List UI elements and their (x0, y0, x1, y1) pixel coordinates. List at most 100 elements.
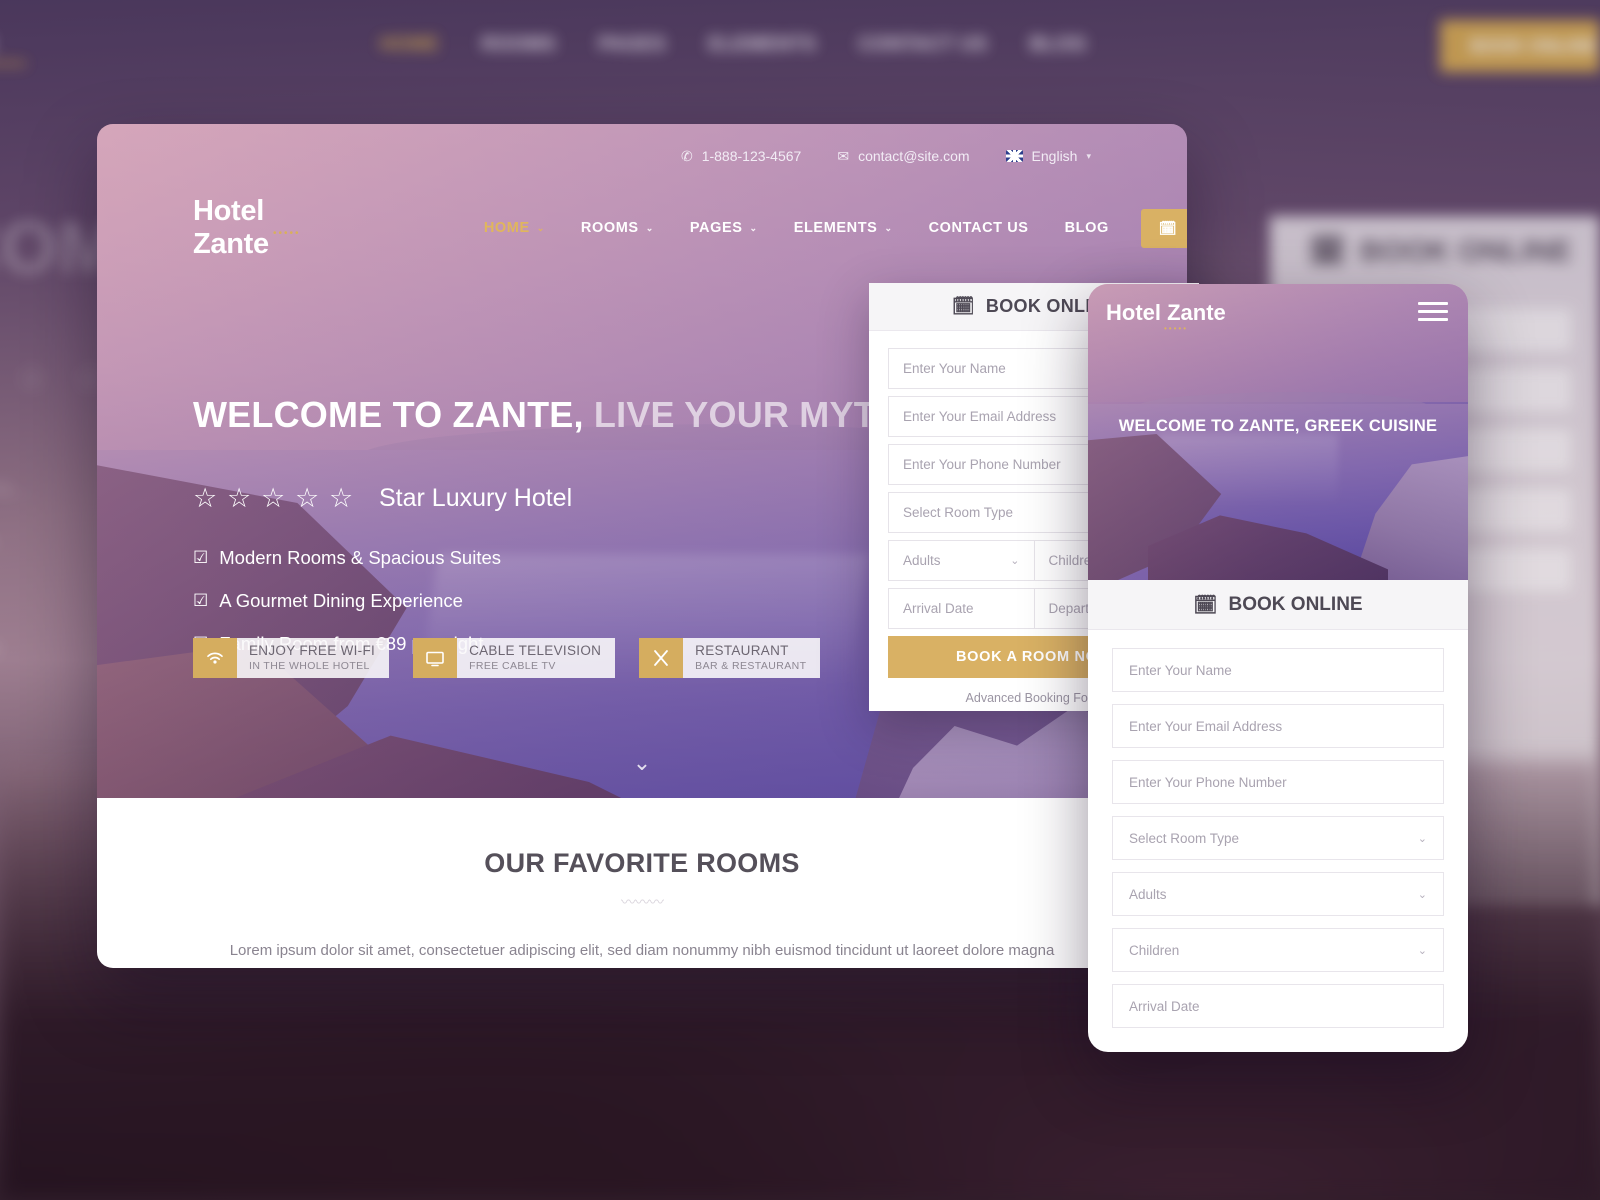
star-icon: ☆ (261, 483, 286, 513)
amenity-title: CABLE TELEVISION (469, 642, 602, 658)
amenity-wifi[interactable]: ENJOY FREE WI-FI IN THE WHOLE HOTEL (193, 638, 390, 678)
background-logo-underline (0, 62, 26, 65)
background-booking-panel-title: 🗓 BOOK ONLINE (1308, 234, 1572, 269)
section-subtitle: Lorem ipsum dolor sit amet, consectetuer… (229, 942, 1055, 959)
hero-title: WELCOME TO ZANTE, LIVE YOUR MYTH (193, 394, 902, 436)
favorite-rooms-section: OUR FAVORITE ROOMS 〰〰〰 Lorem ipsum dolor… (97, 798, 1187, 968)
hero-title-light: LIVE YOUR MYTH (583, 394, 903, 435)
book-online-label: BOOK ONLINE (1186, 220, 1187, 236)
mobile-children-select[interactable]: Children ⌄ (1112, 928, 1444, 972)
star-icon: ☆ (193, 483, 218, 513)
mobile-room-type-select[interactable]: Select Room Type ⌄ (1112, 816, 1444, 860)
mobile-email-input[interactable]: Enter Your Email Address (1112, 704, 1444, 748)
amenity-subtitle: IN THE WHOLE HOTEL (249, 659, 370, 672)
hamburger-menu-icon[interactable] (1418, 302, 1448, 321)
mobile-brand-name[interactable]: Hotel Zante (1106, 300, 1226, 326)
calendar-icon: 🗓 (1308, 235, 1347, 268)
star-icon: ☆ (227, 483, 252, 513)
amenity-text: CABLE TELEVISION FREE CABLE TV (457, 638, 616, 678)
chevron-down-icon: ⌄ (1417, 832, 1427, 845)
mobile-field-label: Select Room Type (1129, 830, 1240, 846)
calendar-icon: 🗓 (951, 296, 975, 316)
background-nav-item-home: HOME (380, 34, 440, 55)
arrival-date-input[interactable]: Arrival Date (888, 588, 1035, 629)
television-icon (413, 638, 458, 678)
hero-feature-item: ☑ A Gourmet Dining Experience (193, 590, 893, 612)
chevron-down-icon: ⌄ (884, 222, 893, 233)
mobile-name-input[interactable]: Enter Your Name (1112, 648, 1444, 692)
checkbox-checked-icon: ☑ (193, 548, 209, 567)
mobile-field-label: Enter Your Email Address (1129, 718, 1283, 734)
hero-feature-label: A Gourmet Dining Experience (219, 590, 463, 611)
wifi-icon (193, 638, 237, 678)
nav-label: ELEMENTS (793, 220, 878, 236)
calendar-icon: 🗓 (1158, 219, 1178, 236)
phone-contact[interactable]: ✆ 1-888-123-4567 (681, 148, 801, 165)
mobile-adults-select[interactable]: Adults ⌄ (1112, 872, 1444, 916)
chevron-down-icon: ⌄ (1417, 944, 1427, 957)
adults-label: Adults (903, 553, 941, 568)
chevron-down-icon: ⌄ (536, 222, 545, 233)
background-feature-3: oom fr (0, 634, 4, 665)
nav-item-blog[interactable]: BLOG (1047, 220, 1127, 236)
nav-item-home[interactable]: HOME ⌄ (466, 220, 563, 236)
hero-feature-item: ☑ Modern Rooms & Spacious Suites (193, 547, 893, 569)
amenity-text: RESTAURANT BAR & RESTAURANT (683, 638, 821, 678)
uk-flag-icon (1005, 150, 1023, 162)
section-title: OUR FAVORITE ROOMS (484, 848, 800, 878)
nav-item-elements[interactable]: ELEMENTS ⌄ (776, 220, 911, 236)
nav-label: HOME (483, 220, 530, 236)
mobile-preview-card: Hotel Zante ••••• WELCOME TO ZANTE, GREE… (1088, 284, 1468, 1052)
background-nav-item-contact: CONTACT US (858, 34, 988, 55)
mobile-field-label: Adults (1129, 886, 1167, 902)
background-book-button: BOOK ONLINE (1440, 20, 1600, 72)
mobile-booking-body: Enter Your Name Enter Your Email Address… (1088, 630, 1468, 1028)
phone-number: 1-888-123-4567 (701, 148, 802, 164)
nav-item-rooms[interactable]: ROOMS ⌄ (563, 220, 672, 236)
nav-item-contact-us[interactable]: CONTACT US (911, 220, 1047, 236)
hero-feature-label: Modern Rooms & Spacious Suites (219, 547, 501, 568)
book-online-button[interactable]: 🗓 BOOK ONLINE (1140, 208, 1187, 248)
arrival-label: Arrival Date (903, 601, 974, 616)
background-nav-item-elements: ELEMENTS (708, 34, 817, 55)
hero-title-strong: WELCOME TO ZANTE, (193, 394, 584, 435)
amenity-television[interactable]: CABLE TELEVISION FREE CABLE TV (413, 638, 616, 678)
mobile-arrival-date-input[interactable]: Arrival Date (1112, 984, 1444, 1028)
nav-item-pages[interactable]: PAGES ⌄ (672, 220, 776, 236)
nav-label: PAGES (689, 220, 743, 236)
mobile-field-label: Arrival Date (1129, 998, 1200, 1014)
chevron-down-icon: ▾ (1086, 150, 1091, 161)
background-nav: te HOME ROOMS PAGES ELEMENTS CONTACT US … (0, 0, 1600, 92)
language-selector[interactable]: English ▾ (1005, 148, 1091, 164)
nav-label: ROOMS (580, 220, 639, 236)
hero-content: WELCOME TO ZANTE, LIVE YOUR MYTH ☆ ☆ ☆ ☆… (193, 394, 902, 655)
amenity-subtitle: BAR & RESTAURANT (695, 659, 807, 672)
amenity-title: ENJOY FREE WI-FI (249, 642, 376, 658)
language-label: English (1031, 148, 1078, 164)
scroll-down-chevron-icon[interactable]: ⌄ (633, 750, 651, 776)
star-icon: ☆ (329, 483, 354, 513)
mobile-hero: Hotel Zante ••••• WELCOME TO ZANTE, GREE… (1088, 284, 1468, 580)
brand-name: Hotel Zante (193, 195, 269, 260)
email-contact[interactable]: ✉ contact@site.com (837, 148, 969, 165)
nav-label: CONTACT US (928, 220, 1029, 236)
background-feature-1: Rooms... (0, 472, 35, 502)
background-nav-item-rooms: ROOMS (481, 34, 557, 55)
mobile-phone-input[interactable]: Enter Your Phone Number (1112, 760, 1444, 804)
star-rating: ☆ ☆ ☆ ☆ ☆ Star Luxury Hotel (193, 484, 893, 513)
mobile-field-label: Enter Your Name (1129, 662, 1232, 678)
amenity-restaurant[interactable]: RESTAURANT BAR & RESTAURANT (639, 638, 821, 678)
star-icon: ☆ (295, 483, 320, 513)
squiggle-divider-icon: 〰〰〰 (620, 894, 664, 911)
chevron-down-icon: ⌄ (749, 222, 758, 233)
background-nav-item-pages: PAGES (598, 34, 667, 55)
background-nav-item-blog: BLOG (1029, 34, 1087, 55)
chevron-down-icon: ⌄ (1417, 888, 1427, 901)
adults-select[interactable]: Adults ⌄ (888, 540, 1035, 581)
mobile-hero-title: WELCOME TO ZANTE, GREEK CUISINE (1118, 417, 1438, 435)
brand-logo[interactable]: Hotel Zante ••••• (193, 195, 299, 261)
mobile-field-label: Enter Your Phone Number (1129, 774, 1287, 790)
restaurant-icon (639, 638, 684, 678)
amenity-text: ENJOY FREE WI-FI IN THE WHOLE HOTEL (237, 638, 390, 678)
calendar-icon: 🗓 (1193, 594, 1218, 616)
